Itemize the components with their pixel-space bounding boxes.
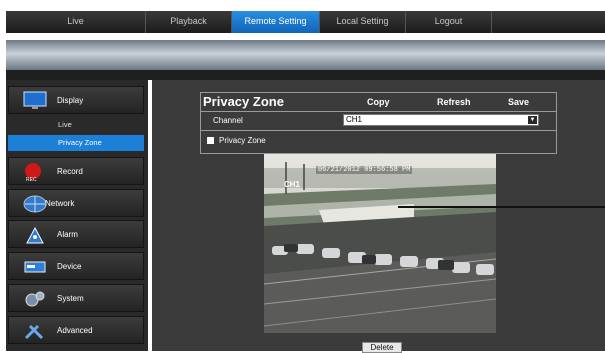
sidebar-item-label: Device [57,262,82,271]
camera-preview[interactable]: 06/21/2012 09:56:58 PM CH1 [264,154,496,333]
privacy-zone-checkbox[interactable] [207,137,214,144]
sidebar-item-system[interactable]: System [8,284,144,312]
privacy-zone-label: Privacy Zone [219,136,266,145]
sidebar-item-device[interactable]: Device [8,252,144,280]
sidebar-subitem-live[interactable]: Live [8,117,144,133]
tab-logout[interactable]: Logout [406,11,492,33]
header-banner [6,40,605,70]
sidebar-item-label: Alarm [57,230,78,239]
save-button[interactable]: Save [508,97,529,107]
sidebar-item-network[interactable]: Network [8,189,144,217]
camera-timestamp: 06/21/2012 09:56:58 PM [316,166,413,174]
refresh-button[interactable]: Refresh [437,97,471,107]
tab-label: Live [67,16,84,26]
monitor-icon [23,91,47,109]
sidebar-item-label: Display [57,96,84,105]
tab-label: Remote Setting [244,16,307,26]
network-icon [23,195,47,213]
tab-live[interactable]: Live [6,11,146,33]
delete-button[interactable]: Delete [362,342,402,353]
sidebar-item-label: Advanced [57,326,93,335]
sidebar-item-label: Network [45,199,75,208]
content-area: Privacy Zone Copy Refresh Save Channel C… [152,80,605,353]
channel-label: Channel [213,116,243,125]
tab-label: Local Setting [336,16,389,26]
sidebar-item-label: System [57,294,84,303]
svg-text:REC: REC [26,177,37,182]
tab-remote-setting[interactable]: Remote Setting [232,11,320,33]
tab-label: Playback [170,16,207,26]
header-divider [6,70,605,80]
copy-button[interactable]: Copy [367,97,390,107]
camera-channel-overlay: CH1 [284,180,301,189]
sidebar-item-label: Record [57,167,83,176]
page-title: Privacy Zone [203,94,284,109]
record-icon: REC [25,163,41,182]
chevron-down-icon: ▼ [528,116,537,124]
top-bar: Live Playback Remote Setting Local Setti… [0,0,605,40]
main-nav: Live Playback Remote Setting Local Setti… [6,11,605,33]
channel-row: Channel CH1 ▼ [201,112,556,131]
device-icon [24,261,46,273]
sidebar: Display Live Privacy Zone REC Record Net… [6,80,148,351]
sidebar-subitem-privacy-zone[interactable]: Privacy Zone [8,135,144,151]
sidebar-item-advanced[interactable]: Advanced [8,316,144,344]
tab-playback[interactable]: Playback [146,11,232,33]
channel-select[interactable]: CH1 ▼ [343,114,539,126]
sidebar-item-alarm[interactable]: Alarm [8,220,144,248]
panel-header: Privacy Zone Copy Refresh Save [201,93,556,112]
privacy-zone-row: Privacy Zone [201,132,556,152]
sidebar-item-display[interactable]: Display [8,86,144,114]
callout-line [398,206,605,208]
alarm-icon [26,226,44,244]
system-icon [25,291,45,307]
sidebar-item-record[interactable]: REC Record [8,157,144,185]
tab-local-setting[interactable]: Local Setting [320,11,406,33]
channel-value: CH1 [346,115,363,124]
privacy-zone-panel: Privacy Zone Copy Refresh Save Channel C… [200,92,557,154]
tab-label: Logout [434,16,463,26]
advanced-icon [24,324,44,340]
